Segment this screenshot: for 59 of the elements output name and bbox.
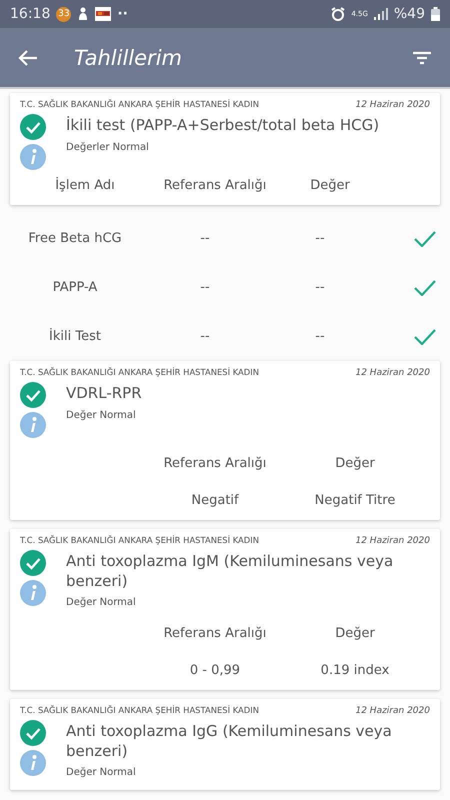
result-summary: Değer Normal xyxy=(66,410,137,420)
hospital-name: T.C. SAĞLIK BAKANLIĞI ANKARA ŞEHİR HASTANESİ KADIN xyxy=(20,367,259,377)
result-card[interactable]: T.C. SAĞLIK BAKANLIĞI ANKARA ŞEHİR HASTANESİ KADIN 12 Haziran 2020 VDRL-RPR Değer Normal Referans Aralığı Değer Negatif Negatif Titre xyxy=(10,361,440,520)
column-header: Referans Aralığı xyxy=(164,178,266,193)
hospital-name: T.C. SAĞLIK BAKANLIĞI ANKARA ŞEHİR HASTANESİ KADIN xyxy=(20,705,259,715)
test-name: Free Beta hCG xyxy=(28,231,122,246)
column-header: Değer xyxy=(310,178,350,193)
page-title: Tahlillerim xyxy=(74,46,182,70)
figure-icon xyxy=(77,7,90,21)
test-title: Anti toxoplazma IgM (Kemiluminesans veya benzeri) xyxy=(66,552,394,591)
result-summary: Değer Normal xyxy=(66,767,137,778)
reference-range: Negatif xyxy=(191,493,239,508)
info-icon xyxy=(20,144,46,170)
reference-range: -- xyxy=(200,280,210,295)
battery-icon xyxy=(431,7,440,21)
hospital-name: T.C. SAĞLIK BAKANLIĞI ANKARA ŞEHİR HASTANESİ KADIN xyxy=(20,99,259,109)
reference-range: -- xyxy=(200,329,210,344)
signal-icon xyxy=(374,8,388,20)
column-header: Referans Aralığı xyxy=(164,456,266,471)
result-card[interactable]: T.C. SAĞLIK BAKANLIĞI ANKARA ŞEHİR HASTANESİ KADIN 12 Haziran 2020 Anti toxoplazma IgG (Kemiluminesans veya benzeri) Değer Normal xyxy=(10,699,440,790)
reference-range: 0 - 0,99 xyxy=(190,663,240,678)
clock: 16:18 xyxy=(10,6,50,22)
notification-count: 33 xyxy=(56,6,72,22)
result-summary: Değer Normal xyxy=(66,597,137,608)
column-header: Değer xyxy=(335,456,375,471)
column-header: İşlem Adı xyxy=(55,178,115,193)
check-circle-icon xyxy=(20,720,46,746)
result-date: 12 Haziran 2020 xyxy=(355,536,430,546)
test-name: PAPP-A xyxy=(52,280,98,295)
back-arrow-icon xyxy=(18,48,38,66)
filter-icon xyxy=(412,50,432,66)
hospital-name: T.C. SAĞLIK BAKANLIĞI ANKARA ŞEHİR HASTANESİ KADIN xyxy=(20,535,259,545)
result-date: 12 Haziran 2020 xyxy=(355,100,430,110)
column-header: Referans Aralığı xyxy=(164,626,266,641)
column-header: Değer xyxy=(335,626,375,641)
more-notifications: ·· xyxy=(117,6,128,22)
result-summary: Değerler Normal xyxy=(66,142,150,152)
result-value: Negatif Titre xyxy=(314,493,396,508)
alarm-icon xyxy=(331,7,346,21)
reference-range: -- xyxy=(200,231,210,246)
test-title: VDRL-RPR xyxy=(66,384,142,404)
result-card[interactable]: T.C. SAĞLIK BAKANLIĞI ANKARA ŞEHİR HASTANESİ KADIN 12 Haziran 2020 İkili test (PAPP-A+Serbest/total beta HCG) Değerler Normal İşlem Adı Referans Aralığı Değer xyxy=(10,93,440,205)
info-icon xyxy=(20,412,46,438)
test-title: Anti toxoplazma IgG (Kemiluminesans veya benzeri) xyxy=(66,722,393,761)
check-circle-icon xyxy=(20,550,46,576)
result-date: 12 Haziran 2020 xyxy=(355,706,430,716)
battery-percent: %49 xyxy=(394,6,425,22)
result-date: 12 Haziran 2020 xyxy=(355,368,430,378)
result-value: -- xyxy=(315,231,325,246)
result-value: -- xyxy=(315,280,325,295)
result-value: 0.19 index xyxy=(320,663,390,678)
test-title: İkili test (PAPP-A+Serbest/total beta HCG) xyxy=(66,116,380,136)
check-circle-icon xyxy=(20,382,46,408)
info-icon xyxy=(20,580,46,606)
result-value: -- xyxy=(315,329,325,344)
test-name: İkili Test xyxy=(49,329,101,344)
result-card[interactable]: T.C. SAĞLIK BAKANLIĞI ANKARA ŞEHİR HASTANESİ KADIN 12 Haziran 2020 Anti toxoplazma IgM (Kemiluminesans veya benzeri) Değer Normal Referans Aralığı Değer 0 - 0,99 0.19 index xyxy=(10,529,440,690)
check-circle-icon xyxy=(20,114,46,140)
info-icon xyxy=(20,750,46,776)
